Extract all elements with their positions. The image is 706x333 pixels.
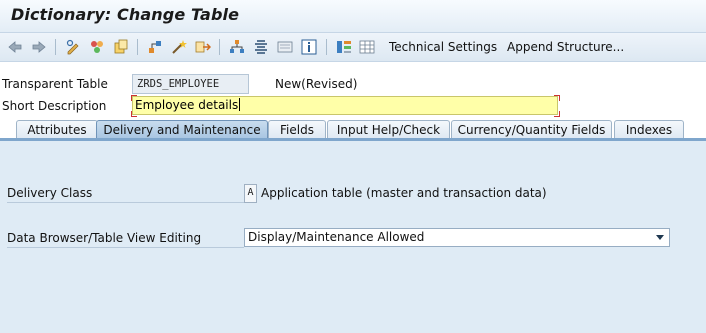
title-bar: Dictionary: Change Table bbox=[0, 0, 706, 33]
activate-icon[interactable] bbox=[88, 38, 106, 56]
text-cursor bbox=[239, 98, 241, 111]
chevron-down-icon[interactable] bbox=[656, 235, 664, 240]
display-object-icon[interactable] bbox=[276, 38, 294, 56]
header-form: Transparent Table ZRDS_EMPLOYEE New(Revi… bbox=[0, 62, 706, 120]
required-marker-corner bbox=[131, 111, 137, 117]
append-structure-button[interactable]: Append Structure... bbox=[507, 40, 624, 54]
table-name-field: ZRDS_EMPLOYEE bbox=[132, 74, 249, 94]
table-icon[interactable] bbox=[358, 38, 376, 56]
required-marker-corner bbox=[554, 95, 560, 101]
required-marker-corner bbox=[131, 95, 137, 101]
hierarchy-icon[interactable] bbox=[228, 38, 246, 56]
technical-settings-button[interactable]: Technical Settings bbox=[389, 40, 497, 54]
tab-fields[interactable]: Fields bbox=[268, 120, 326, 138]
delivery-class-field[interactable]: A bbox=[244, 184, 257, 203]
delivery-class-label: Delivery Class bbox=[7, 186, 93, 200]
display-change-icon[interactable] bbox=[64, 38, 82, 56]
delivery-maintenance-panel: Delivery Class A Application table (mast… bbox=[0, 141, 706, 333]
back-arrow-icon[interactable] bbox=[6, 38, 24, 56]
transparent-table-label: Transparent Table bbox=[2, 77, 108, 91]
list-icon[interactable] bbox=[252, 38, 270, 56]
tab-attributes[interactable]: Attributes bbox=[16, 120, 98, 138]
window-title: Dictionary: Change Table bbox=[11, 5, 240, 24]
short-description-label: Short Description bbox=[2, 99, 107, 113]
data-browser-value: Display/Maintenance Allowed bbox=[248, 230, 425, 244]
object-copy-icon[interactable] bbox=[112, 38, 130, 56]
toolbar-separator bbox=[219, 39, 220, 55]
data-browser-dropdown[interactable]: Display/Maintenance Allowed bbox=[244, 228, 670, 247]
where-used-icon[interactable] bbox=[146, 38, 164, 56]
tab-delivery-and-maintenance[interactable]: Delivery and Maintenance bbox=[96, 120, 268, 138]
layout-icon[interactable] bbox=[335, 38, 353, 56]
toolbar-separator bbox=[137, 39, 138, 55]
navigation-icon[interactable] bbox=[194, 38, 212, 56]
delivery-class-description: Application table (master and transactio… bbox=[261, 186, 547, 200]
tab-currency-quantity-fields[interactable]: Currency/Quantity Fields bbox=[451, 120, 612, 138]
field-underline bbox=[7, 247, 244, 248]
tab-input-help-check[interactable]: Input Help/Check bbox=[327, 120, 450, 138]
tab-indexes[interactable]: Indexes bbox=[614, 120, 684, 138]
application-toolbar: Technical Settings Append Structure... bbox=[0, 33, 706, 62]
short-description-value: Employee details bbox=[135, 98, 239, 112]
magic-wand-icon[interactable] bbox=[170, 38, 188, 56]
info-icon[interactable] bbox=[300, 38, 318, 56]
forward-arrow-icon[interactable] bbox=[30, 38, 48, 56]
toolbar-separator bbox=[326, 39, 327, 55]
status-text: New(Revised) bbox=[275, 77, 358, 91]
short-description-input[interactable]: Employee details bbox=[132, 96, 558, 115]
data-browser-label: Data Browser/Table View Editing bbox=[7, 231, 202, 245]
field-underline bbox=[7, 202, 244, 203]
toolbar-separator bbox=[55, 39, 56, 55]
required-marker-corner bbox=[554, 111, 560, 117]
tab-strip: Attributes Delivery and Maintenance Fiel… bbox=[0, 119, 706, 139]
